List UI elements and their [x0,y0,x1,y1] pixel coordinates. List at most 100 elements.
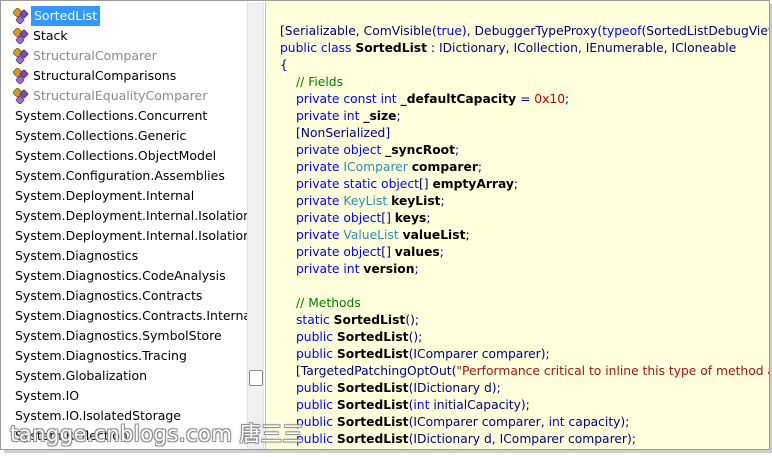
code-token: public [296,381,337,395]
code-token: private int [296,109,364,123]
code-token: [TargetedPatchingOptOut( [296,364,457,378]
code-line: [Serializable, ComVisible(true), Debugge… [280,23,769,40]
code-line: // Fields [296,74,343,91]
code-line: public SortedList(int initialCapacity); [296,397,530,414]
code-line: [NonSerialized] [296,125,390,142]
code-line: public class SortedList : IDictionary, I… [280,40,736,57]
code-token: public [296,347,337,361]
tree-item-label: System.Diagnostics [15,248,139,263]
code-token: initialCapacity); [429,398,530,412]
code-token: int [413,398,430,412]
code-token: private [296,160,344,174]
tree-item-label: System.IO [15,388,80,403]
scrollbar-thumb[interactable] [249,370,263,386]
code-token: private [296,194,344,208]
tree-item-label: SortedList [31,6,101,26]
code-token: [] [418,177,433,191]
code-token: _defaultCapacity [400,92,517,106]
code-token: private object [296,211,382,225]
code-line: static SortedList(); [296,312,419,329]
code-token: ; [439,245,444,259]
code-line: [TargetedPatchingOptOut("Performance cri… [296,363,770,380]
code-token: IComparer [343,160,412,174]
code-token: SortedList [336,432,409,446]
tree-item-label: StructuralComparisons [33,68,177,83]
code-token: SortedList [336,330,409,344]
code-token: SortedList [355,41,427,55]
tree-item-label: System.Collections.ObjectModel [15,148,217,163]
tree-vertical-scrollbar[interactable] [247,2,264,449]
tree-item-label: System.Configuration.Assemblies [15,168,225,183]
code-token: "Performance critical to inline this typ… [456,364,770,378]
code-line: private int version; [296,261,419,278]
code-token: _syncRoot [385,143,455,157]
code-token: public [296,415,337,429]
tree-item-label: System.Diagnostics.Tracing [15,348,187,363]
code-token: ValueList [343,228,403,242]
class-icon [13,88,29,104]
tree-item-label: StructuralEqualityComparer [33,88,208,103]
code-token: emptyArray [432,177,514,191]
class-icon [13,48,29,64]
code-token: private const int [296,92,401,106]
code-token: public [296,330,337,344]
code-line: private object[] values; [296,244,444,261]
code-token: private int [296,262,364,276]
code-token: ; [454,143,460,157]
tree-item-label: System.Diagnostics.Contracts [15,288,203,303]
code-token: : IDictionary, ICollection, IEnumerable,… [426,41,737,55]
tree-item-label: System.Collections.Generic [15,128,187,143]
code-token: [] [381,245,395,259]
tree-item-label: System.Deployment.Internal.Isolation.Ma [15,228,247,243]
class-icon [13,8,29,24]
code-token: ; [396,109,401,123]
code-token: _size [363,109,397,123]
code-token: (); [408,330,423,344]
code-line: public SortedList(IDictionary d); [296,380,501,397]
code-token: valueList [402,228,466,242]
code-token: SortedList [336,415,409,429]
code-token: [Serializable, ComVisible( [280,24,437,38]
code-line: public SortedList(IComparer comparer); [296,346,550,363]
code-token: capacity); [564,415,630,429]
code-token: // Methods [296,296,361,310]
tree-item-label: Stack [33,28,68,43]
code-token: ; [414,262,419,276]
code-token: SortedList [333,313,406,327]
code-token: public [296,398,337,412]
window-shadow-bottom [4,450,772,453]
code-line: private const int _defaultCapacity = 0x1… [296,91,569,108]
code-token: (IDictionary d); [408,381,501,395]
code-line: private KeyList keyList; [296,193,445,210]
code-token: static [296,313,334,327]
code-token: comparer [411,160,478,174]
type-tree[interactable]: SortedList Stack StructuralComparer Structu… [2,2,247,449]
tree-item-label: System.Diagnostics.SymbolStore [15,328,222,343]
code-token: typeof [602,24,642,38]
tree-item-label: System.Diagnostics.Contracts.Internal [15,308,247,323]
code-token: true [436,24,462,38]
code-token: public class [280,41,356,55]
code-token: KeyList [343,194,392,208]
code-token: keys [394,211,427,225]
tree-item-label: System.IO.IsolatedStorage [15,408,181,423]
tree-item-label: System.Globalization [15,368,148,383]
class-icon [13,28,29,44]
tree-item-label: System.Collections.Concurrent [15,108,208,123]
tree-item-label: System.Deployment.Internal [15,188,195,203]
code-token: (); [405,313,420,327]
code-token: ; [513,177,519,191]
code-line: public SortedList(); [296,329,422,346]
code-token: keyList [391,194,441,208]
code-line: private object[] keys; [296,210,430,227]
code-view[interactable]: [Serializable, ComVisible(true), Debugge… [265,2,770,449]
code-token: ; [565,92,570,106]
code-line: public SortedList(IComparer comparer, in… [296,414,629,431]
code-token: (SortedListDebugView)), [641,24,769,38]
code-token: private static object [296,177,419,191]
code-token: SortedList [336,398,409,412]
code-token: private object [296,143,386,157]
code-token: SortedList [336,347,409,361]
code-token: // Fields [296,75,343,89]
code-token: (IDictionary d, IComparer comparer); [408,432,636,446]
